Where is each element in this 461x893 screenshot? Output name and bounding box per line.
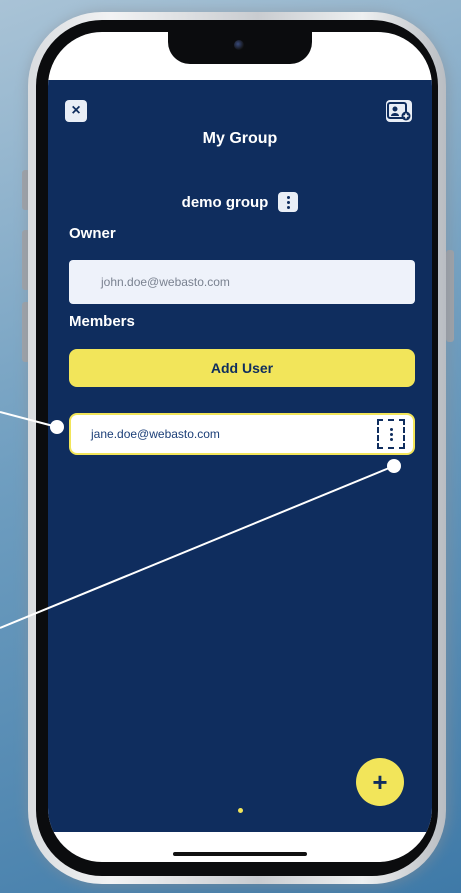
owner-label: Owner xyxy=(69,225,116,242)
page-indicator-dot xyxy=(238,808,243,813)
add-fab-button[interactable]: + xyxy=(356,758,404,806)
add-user-button[interactable]: Add User xyxy=(69,349,415,387)
group-name: demo group xyxy=(181,193,269,211)
member-list-item[interactable]: jane.doe@webasto.com xyxy=(69,413,415,455)
plus-icon: + xyxy=(372,766,388,797)
member-menu-button[interactable] xyxy=(377,419,405,449)
more-vertical-icon xyxy=(286,195,290,209)
members-label: Members xyxy=(69,313,135,330)
camera-icon xyxy=(234,40,244,50)
phone-notch xyxy=(168,32,312,64)
member-email: jane.doe@webasto.com xyxy=(91,427,220,441)
add-contact-icon xyxy=(387,102,411,121)
page-title: My Group xyxy=(202,130,278,147)
close-icon: × xyxy=(71,102,81,119)
annotation-dot-member xyxy=(50,420,64,434)
annotation-dot-menu xyxy=(387,459,401,473)
close-button[interactable]: × xyxy=(65,100,87,122)
owner-email-field: john.doe@webasto.com xyxy=(69,260,415,304)
my-group-screen: × My Group demo group Owner john.doe@web… xyxy=(48,80,432,832)
phone-screen: × My Group demo group Owner john.doe@web… xyxy=(48,32,432,862)
home-indicator xyxy=(173,852,307,856)
group-header: demo group xyxy=(48,192,432,212)
add-contact-button[interactable] xyxy=(386,100,412,122)
group-menu-button[interactable] xyxy=(278,192,299,212)
more-vertical-icon xyxy=(389,427,393,441)
